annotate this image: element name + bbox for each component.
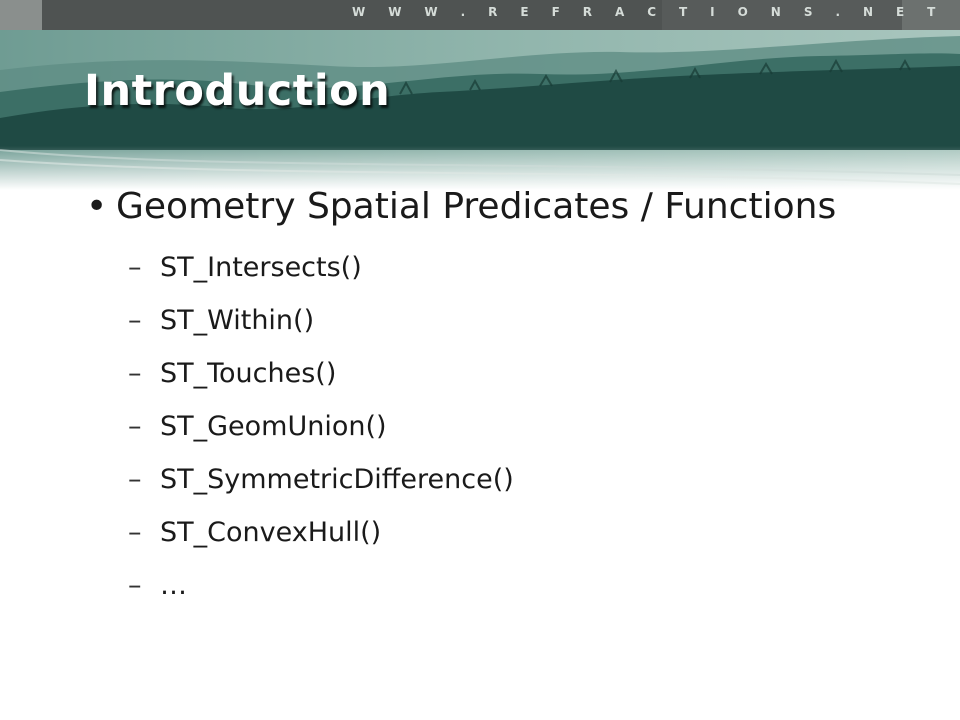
list-item: – ST_ConvexHull(): [128, 513, 514, 566]
list-item-text: ST_SymmetricDifference(): [160, 464, 514, 495]
main-bullet: • Geometry Spatial Predicates / Functions: [86, 186, 836, 227]
list-item: – ST_Touches(): [128, 354, 514, 407]
list-item-text: ST_ConvexHull(): [160, 517, 382, 548]
dash-icon: –: [128, 252, 142, 283]
list-item: – ST_Intersects(): [128, 248, 514, 301]
dash-icon: –: [128, 305, 142, 336]
main-bullet-text: Geometry Spatial Predicates / Functions: [116, 186, 837, 227]
site-url: W W W . R E F R A C T I O N S . N E T: [352, 5, 945, 19]
list-item: – ST_SymmetricDifference(): [128, 460, 514, 513]
list-item: – ST_Within(): [128, 301, 514, 354]
bullet-dot-icon: •: [86, 186, 108, 227]
dash-icon: –: [128, 570, 142, 601]
dash-icon: –: [128, 411, 142, 442]
list-item-text: ST_Touches(): [160, 358, 337, 389]
sub-item-list: – ST_Intersects() – ST_Within() – ST_Touche…: [128, 248, 514, 619]
list-item: – ST_GeomUnion(): [128, 407, 514, 460]
dash-icon: –: [128, 358, 142, 389]
slide: W W W . R E F R A C T I O N S . N E T In…: [0, 0, 960, 720]
dash-icon: –: [128, 464, 142, 495]
list-item-text: …: [160, 570, 187, 601]
list-item: –…: [128, 566, 514, 619]
list-item-text: ST_Intersects(): [160, 252, 362, 283]
dash-icon: –: [128, 517, 142, 548]
list-item-text: ST_GeomUnion(): [160, 411, 387, 442]
slide-title: Introduction: [84, 66, 391, 116]
list-item-text: ST_Within(): [160, 305, 315, 336]
